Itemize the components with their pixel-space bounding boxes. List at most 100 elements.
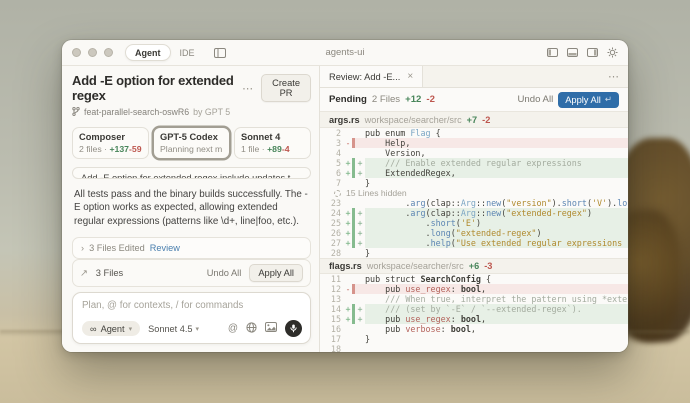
code-text: pub struct SearchConfig { <box>365 274 628 284</box>
change-bar <box>352 344 355 352</box>
inline-marker: + <box>355 218 365 228</box>
composer-input[interactable] <box>82 300 302 311</box>
code-text: } <box>365 334 628 344</box>
model-selector[interactable]: Sonnet 4.5 ▾ <box>148 324 199 334</box>
minimize-window-button[interactable] <box>88 48 97 57</box>
chevron-right-icon: › <box>81 243 84 253</box>
window-title: agents-ui <box>325 47 364 58</box>
code-token: "version" <box>506 198 551 208</box>
create-pr-button[interactable]: Create PR <box>261 74 311 102</box>
code-text: } <box>365 248 628 258</box>
image-attach-icon[interactable] <box>265 322 277 335</box>
dock-bottom-icon[interactable] <box>567 48 578 57</box>
line-number: 7 <box>320 178 344 188</box>
change-bar <box>352 178 355 188</box>
line-number: 26 <box>320 228 344 238</box>
code-line: 2pub enum Flag { <box>320 128 628 138</box>
task-summary[interactable]: Add -E option for extended regex include… <box>73 168 310 179</box>
settings-gear-icon[interactable] <box>607 47 618 58</box>
undo-all-button[interactable]: Undo All <box>207 268 242 278</box>
mention-icon[interactable]: @ <box>228 323 238 334</box>
web-globe-icon[interactable] <box>246 322 257 336</box>
line-number: 4 <box>320 148 344 158</box>
files-edited-header[interactable]: › 3 Files Edited Review <box>73 238 310 258</box>
agent-mode-selector[interactable]: ∞ Agent ▾ <box>82 321 140 336</box>
overflow-menu-icon[interactable]: ⋯ <box>242 82 253 95</box>
code-token: verbose <box>405 324 440 334</box>
code-line: 13 /// When true, interpret the pattern … <box>320 294 628 304</box>
change-bar <box>352 138 355 148</box>
task-box: Add -E option for extended regex include… <box>72 167 311 179</box>
code-text: /// When true, interpret the pattern usi… <box>365 294 628 304</box>
panel-layout-icon[interactable] <box>214 48 226 58</box>
diff-file-header[interactable]: args.rsworkspace/searcher/src+7-2 <box>320 112 628 128</box>
close-tab-icon[interactable]: × <box>407 71 413 82</box>
diff-file-header[interactable]: flags.rsworkspace/searcher/src+6-3 <box>320 258 628 274</box>
inline-marker: + <box>355 208 365 218</box>
code-token: new <box>486 208 501 218</box>
review-undo-all-button[interactable]: Undo All <box>517 94 553 105</box>
code-text: pub use_regex: bool, <box>365 284 628 294</box>
review-tabbar: Review: Add -E... × ⋯ <box>320 66 628 88</box>
diff-additions: +7 <box>467 115 477 125</box>
code-token: /// When true, interpret the pattern usi… <box>365 294 628 304</box>
change-bar <box>352 248 355 258</box>
code-line: 7} <box>320 178 628 188</box>
change-bar <box>352 148 355 158</box>
code-token: "extended-regex" <box>456 228 537 238</box>
expand-hidden-icon <box>334 190 341 197</box>
code-line: 26++ .long("extended-regex") <box>320 228 628 238</box>
code-token: , <box>471 324 476 334</box>
code-token: , <box>481 284 486 294</box>
review-link[interactable]: Review <box>150 243 180 253</box>
files-edited-label: 3 Files Edited <box>89 243 145 253</box>
gutter-marker: + <box>344 168 352 178</box>
gutter-marker: - <box>344 284 352 294</box>
line-number: 13 <box>320 294 344 304</box>
thread-meta: Planning next m... <box>160 144 223 154</box>
code-line: 15++ pub use_regex: bool, <box>320 314 628 324</box>
agent-header: Add -E option for extended regex feat-pa… <box>72 74 311 118</box>
change-bar <box>352 284 355 294</box>
code-line: 27++ .help("Use extended regular express… <box>320 238 628 248</box>
code-token: , <box>481 314 486 324</box>
inline-marker: + <box>355 238 365 248</box>
tab-agent[interactable]: Agent <box>125 44 171 61</box>
review-apply-all-button[interactable]: Apply All ↵ <box>558 92 619 108</box>
tab-overflow-icon[interactable]: ⋯ <box>599 66 628 87</box>
branch-name[interactable]: feat-parallel-search-oswR6 <box>84 107 189 117</box>
chevron-down-icon: ▾ <box>196 325 200 333</box>
code-token: . <box>365 228 431 238</box>
close-window-button[interactable] <box>72 48 81 57</box>
code-token: "extended-regex" <box>506 208 587 218</box>
agent-mode-label: Agent <box>101 324 125 334</box>
hidden-lines-row[interactable]: 15 Lines hidden <box>320 188 628 198</box>
line-number: 25 <box>320 218 344 228</box>
code-text: pub use_regex: bool, <box>365 314 628 324</box>
code-token: { <box>481 274 491 284</box>
expand-icon[interactable]: ↗ <box>80 268 88 279</box>
diff-file-path: workspace/searcher/src <box>365 115 462 125</box>
apply-bar: ↗ 3 Files Undo All Apply All <box>72 259 311 287</box>
thread-card-gpt5-codex[interactable]: GPT-5 Codex Planning next m... <box>153 127 230 159</box>
dock-left-icon[interactable] <box>547 48 558 57</box>
gutter-marker: + <box>344 218 352 228</box>
thread-card-composer[interactable]: Composer 2 files · +137-59 <box>72 127 149 159</box>
zoom-window-button[interactable] <box>104 48 113 57</box>
line-number: 5 <box>320 158 344 168</box>
infinity-icon: ∞ <box>90 324 97 334</box>
code-text: pub verbose: bool, <box>365 324 628 334</box>
review-tab[interactable]: Review: Add -E... × <box>320 66 423 87</box>
line-number: 14 <box>320 304 344 314</box>
tab-ide[interactable]: IDE <box>171 45 204 60</box>
dock-right-icon[interactable] <box>587 48 598 57</box>
line-number: 24 <box>320 208 344 218</box>
code-token: 'V' <box>592 198 607 208</box>
branch-byline: by GPT 5 <box>193 107 230 117</box>
microphone-button[interactable] <box>285 320 302 337</box>
apply-all-button[interactable]: Apply All <box>249 264 303 282</box>
code-text: .arg(clap::Arg::new("extended-regex") <box>365 208 628 218</box>
composer: ∞ Agent ▾ Sonnet 4.5 ▾ @ <box>72 292 311 344</box>
code-line: 23 .arg(clap::Arg::new("version").short(… <box>320 198 628 208</box>
thread-card-sonnet4[interactable]: Sonnet 4 1 file · +89-4 <box>234 127 311 159</box>
